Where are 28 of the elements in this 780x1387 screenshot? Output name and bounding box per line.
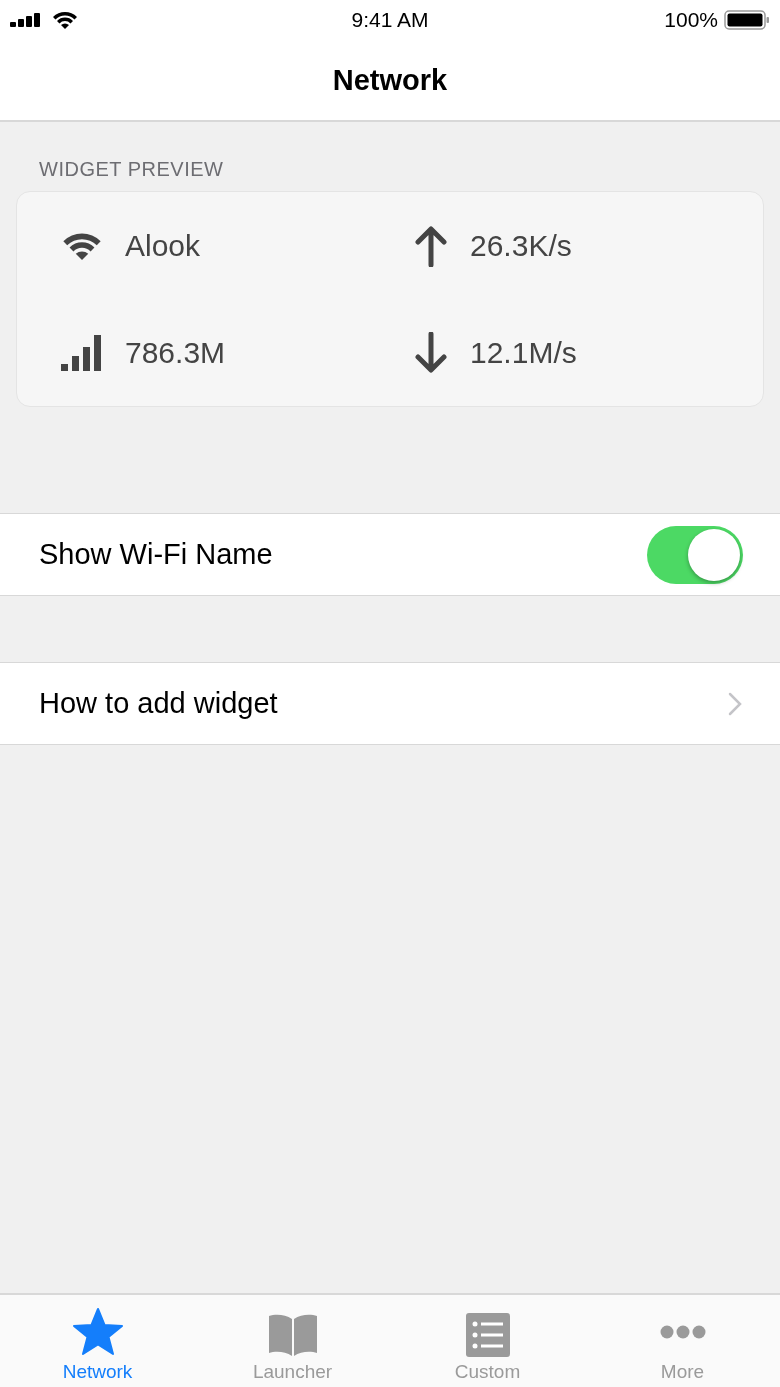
star-icon: [70, 1307, 125, 1357]
nav-title: Network: [332, 63, 448, 97]
signal-bars-icon: [61, 334, 103, 371]
tab-item[interactable]: More: [585, 1295, 780, 1387]
widget-value: 26.3K/s: [470, 228, 572, 263]
battery-icon: [724, 10, 770, 30]
status-time: 9:41 AM: [351, 8, 429, 32]
battery-percentage: 100%: [664, 8, 718, 32]
tab-item[interactable]: Launcher: [195, 1295, 390, 1387]
settings-row[interactable]: How to add widget: [0, 662, 780, 745]
wifi-icon: [61, 231, 103, 260]
toggle-switch[interactable]: [647, 525, 743, 584]
tab-item[interactable]: Custom: [390, 1295, 585, 1387]
widget-value: 12.1M/s: [470, 335, 577, 370]
widget-value: Alook: [125, 228, 201, 263]
chevron-icon: [728, 691, 742, 716]
section-header: WIDGET PREVIEW: [38, 157, 225, 182]
row-label: How to add widget: [39, 687, 278, 720]
more-icon: [659, 1325, 706, 1339]
wifi-icon: [52, 11, 78, 29]
list-icon: [465, 1313, 510, 1357]
row-label: Show Wi-Fi Name: [39, 538, 273, 571]
widget-value: 786.3M: [125, 335, 226, 370]
down-arrow-icon: [414, 331, 448, 374]
up-arrow-icon: [414, 224, 448, 267]
tab-item[interactable]: Network: [0, 1295, 195, 1387]
book-icon: [266, 1313, 319, 1357]
cellular-signal-icon: [10, 13, 42, 27]
